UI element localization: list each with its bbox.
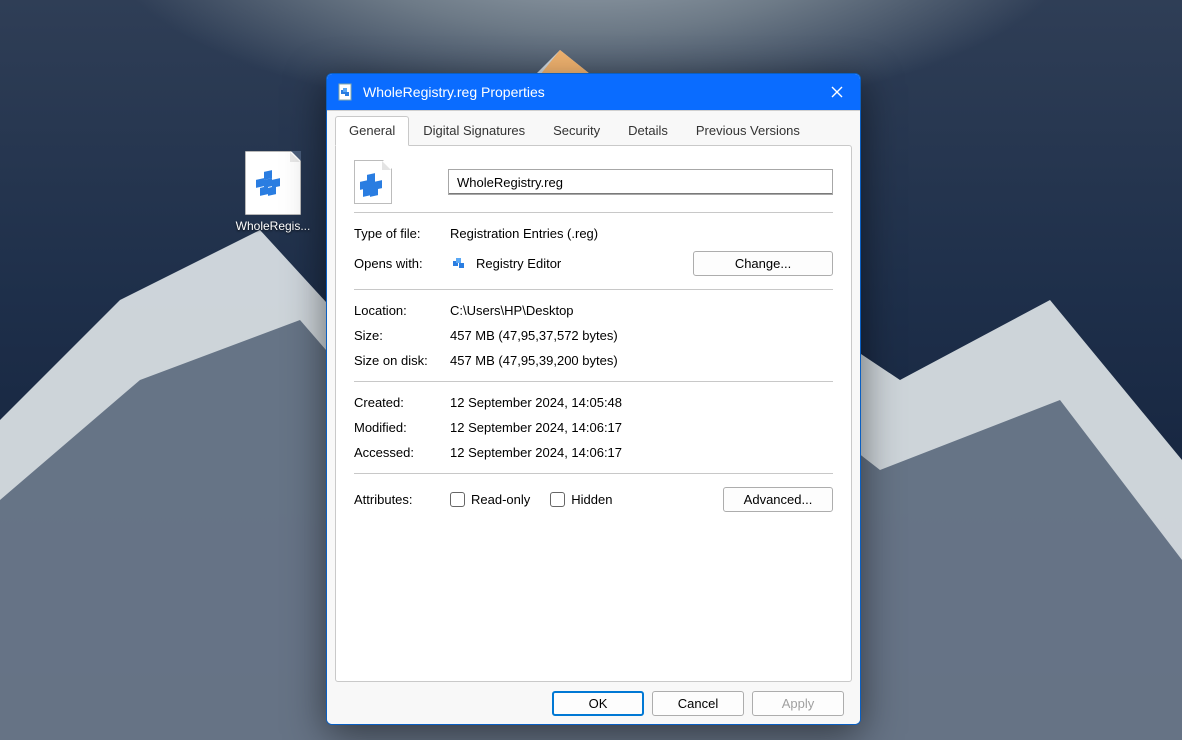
tab-digital-signatures[interactable]: Digital Signatures [409,116,539,146]
label-size-on-disk: Size on disk: [354,353,450,368]
value-size-on-disk: 457 MB (47,95,39,200 bytes) [450,353,833,368]
value-opens-with: Registry Editor [476,256,693,271]
label-location: Location: [354,303,450,318]
tab-previous-versions[interactable]: Previous Versions [682,116,814,146]
ok-button[interactable]: OK [552,691,644,716]
label-attributes: Attributes: [354,492,450,507]
label-opens-with: Opens with: [354,256,450,271]
desktop-file-icon[interactable]: WholeRegis... [228,151,318,233]
advanced-button[interactable]: Advanced... [723,487,833,512]
label-created: Created: [354,395,450,410]
value-accessed: 12 September 2024, 14:06:17 [450,445,833,460]
window-title: WholeRegistry.reg Properties [363,84,814,100]
properties-window: WholeRegistry.reg Properties General Dig… [326,73,861,725]
close-icon [831,86,843,98]
value-modified: 12 September 2024, 14:06:17 [450,420,833,435]
label-accessed: Accessed: [354,445,450,460]
readonly-checkbox-wrap[interactable]: Read-only [450,492,530,507]
titlebar[interactable]: WholeRegistry.reg Properties [327,74,860,110]
regedit-icon [450,255,468,273]
tab-general[interactable]: General [335,116,409,146]
dialog-footer: OK Cancel Apply [335,682,852,716]
separator [354,381,833,382]
change-button[interactable]: Change... [693,251,833,276]
file-type-icon [354,160,392,204]
label-size: Size: [354,328,450,343]
filename-input[interactable] [448,169,833,195]
close-button[interactable] [814,74,860,110]
reg-file-icon [245,151,301,215]
label-type-of-file: Type of file: [354,226,450,241]
readonly-checkbox[interactable] [450,492,465,507]
tab-security[interactable]: Security [539,116,614,146]
desktop: WholeRegis... WholeRegistry.reg Properti… [0,0,1182,740]
value-location: C:\Users\HP\Desktop [450,303,833,318]
value-created: 12 September 2024, 14:05:48 [450,395,833,410]
cancel-button[interactable]: Cancel [652,691,744,716]
readonly-label: Read-only [471,492,530,507]
titlebar-file-icon [337,83,355,101]
hidden-label: Hidden [571,492,612,507]
hidden-checkbox-wrap[interactable]: Hidden [550,492,612,507]
value-type-of-file: Registration Entries (.reg) [450,226,833,241]
apply-button[interactable]: Apply [752,691,844,716]
separator [354,473,833,474]
value-size: 457 MB (47,95,37,572 bytes) [450,328,833,343]
tab-strip: General Digital Signatures Security Deta… [335,111,852,145]
client-area: General Digital Signatures Security Deta… [327,110,860,724]
tab-details[interactable]: Details [614,116,682,146]
separator [354,289,833,290]
separator [354,212,833,213]
desktop-file-label: WholeRegis... [228,219,318,233]
label-modified: Modified: [354,420,450,435]
general-panel: Type of file: Registration Entries (.reg… [335,145,852,682]
hidden-checkbox[interactable] [550,492,565,507]
